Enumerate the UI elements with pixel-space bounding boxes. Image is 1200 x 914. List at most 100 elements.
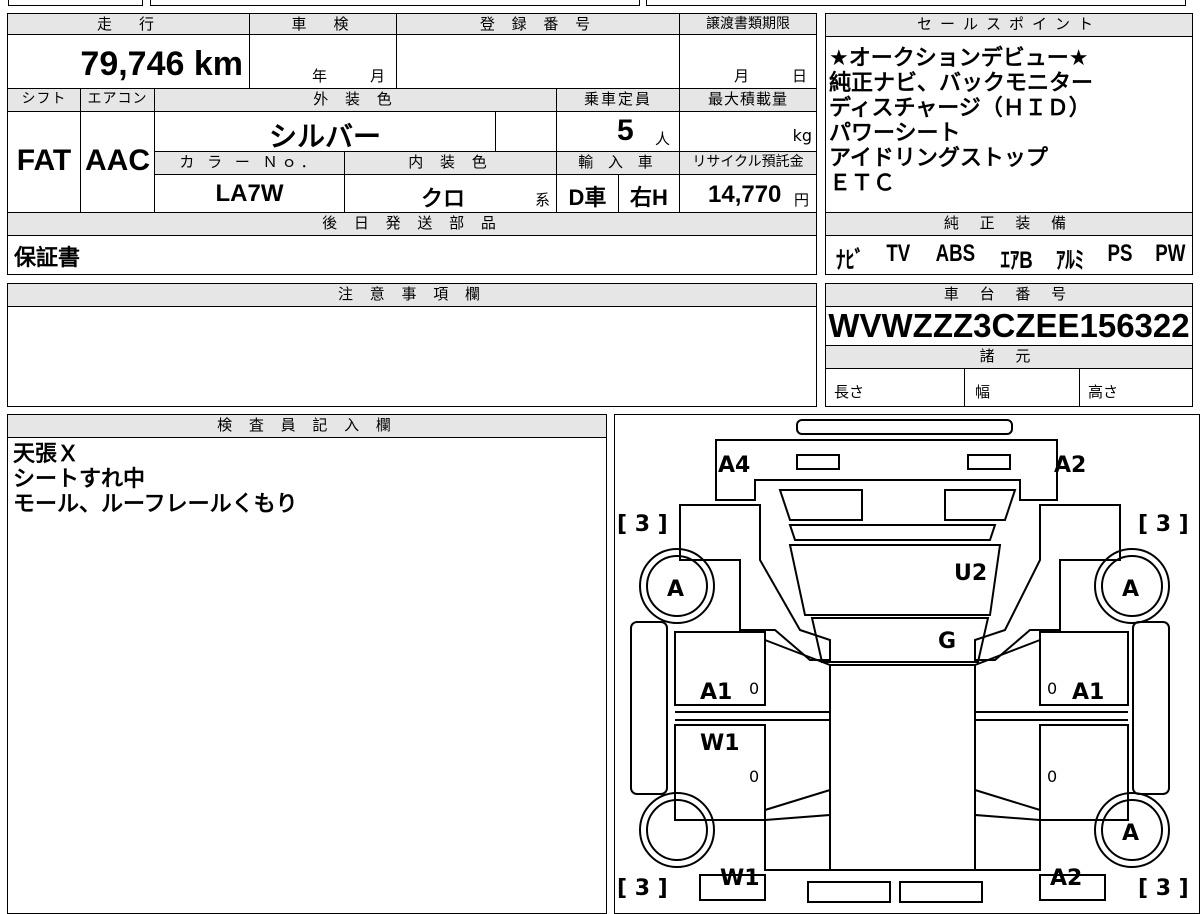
equipment-header: 純 正 装 備: [825, 212, 1193, 236]
wheel-label-tr: A: [1122, 577, 1139, 602]
damage-label-g: G: [938, 629, 956, 654]
transfer-month-unit: 月: [734, 67, 750, 85]
shift-value: FAT: [16, 144, 72, 177]
steering-value: 右H: [630, 185, 668, 210]
color-no-cell: LA7W: [154, 174, 345, 213]
later-parts-value: 保証書: [14, 246, 81, 271]
aircon-value: AAC: [85, 144, 150, 177]
equipment-item-navi: ﾅﾋﾞ: [835, 247, 865, 274]
transfer-day-unit: 日: [792, 67, 808, 85]
transfer-deadline-header: 譲渡書類期限: [679, 13, 817, 35]
exterior-color-cell: シルバー: [154, 111, 496, 152]
tire-depth-tl: [ 3 ]: [617, 512, 668, 537]
interior-color-suffix: 系: [535, 191, 551, 209]
equipment-item-tv: TV: [886, 240, 911, 267]
reg-no-header: 登 録 番 号: [396, 13, 680, 35]
mileage-value: 79,746 km: [80, 45, 243, 83]
tire-depth-tr: [ 3 ]: [1138, 512, 1189, 537]
recycle-unit: 円: [794, 191, 810, 209]
tire-depth-bl: [ 3 ]: [617, 876, 668, 901]
exterior-color-header: 外 装 色: [154, 88, 557, 112]
recycle-value: 14,770: [708, 181, 782, 208]
wheel-label-tl: A: [667, 577, 684, 602]
spec-length-cell: 長さ: [825, 368, 965, 407]
capacity-cell: 5 人: [556, 111, 680, 152]
mileage-value-cell: 79,746 km: [7, 34, 250, 89]
capacity-unit: 人: [655, 130, 671, 148]
color-no-value: LA7W: [215, 180, 284, 207]
sales-point-line: ディスチャージ（ＨＩＤ）: [829, 96, 1091, 121]
steering-cell: 右H: [618, 174, 680, 213]
car-diagram-panel: A4 A2 U2 G A1 A1 W1 W1 A2 A A A [ 3 ] [ …: [614, 414, 1200, 914]
transfer-value-cell: 月 日: [679, 34, 817, 89]
tire-depth-br: [ 3 ]: [1138, 876, 1189, 901]
mileage-header: 走 行: [7, 13, 250, 35]
inspector-note: モール、ルーフレールくもり: [13, 492, 298, 517]
damage-label-a1-right: A1: [1072, 680, 1104, 705]
sales-point-line: アイドリングストップ: [829, 146, 1048, 171]
spec-header: 諸 元: [825, 345, 1193, 369]
car-diagram: A4 A2 U2 G A1 A1 W1 W1 A2 A A A [ 3 ] [ …: [617, 419, 1189, 903]
equipment-item-pw: PW: [1155, 240, 1186, 267]
damage-label-a1-left: A1: [700, 680, 732, 705]
shaken-month-unit: 月: [370, 67, 386, 85]
spec-height-cell: 高さ: [1079, 368, 1193, 407]
max-load-header: 最大積載量: [679, 88, 817, 112]
reg-no-value-cell: [396, 34, 680, 89]
import-type-cell: D車: [556, 174, 619, 213]
equipment-list: ﾅﾋﾞ TV ABS ｴｱB ｱﾙﾐ PS PW: [832, 240, 1190, 275]
inspector-note: シートすれ中: [13, 467, 146, 492]
damage-label-w1-left: W1: [700, 731, 740, 756]
import-header: 輸 入 車: [556, 151, 680, 175]
sales-point-line: ★オークションデビュー★: [829, 46, 1089, 71]
spec-width-label: 幅: [975, 383, 991, 401]
interior-color-value: クロ: [421, 186, 466, 211]
shaken-value-cell: 年 月: [249, 34, 397, 89]
recycle-cell: 14,770 円: [679, 174, 817, 213]
pillar-mark-r1: 0: [1047, 679, 1057, 698]
damage-label-w1-bottom: W1: [720, 866, 760, 891]
max-load-unit: kg: [792, 126, 812, 145]
top-remnant-strip: [0, 0, 1200, 6]
exterior-color-value: シルバー: [268, 121, 381, 152]
damage-label-a4: A4: [718, 453, 750, 478]
equipment-item-abs: ABS: [935, 240, 975, 267]
wheel-label-br: A: [1122, 821, 1139, 846]
later-parts-header: 後 日 発 送 部 品: [7, 212, 817, 236]
chassis-number: WVWZZZ3CZEE156322: [828, 307, 1190, 344]
sales-point-line: ＥＴＣ: [829, 171, 896, 196]
damage-label-u2: U2: [954, 561, 987, 586]
chassis-header: 車 台 番 号: [825, 283, 1193, 307]
shift-value-cell: FAT: [7, 111, 81, 213]
spec-length-label: 長さ: [834, 383, 865, 401]
interior-color-header: 内 装 色: [344, 151, 557, 175]
sales-point-line: 純正ナビ、バックモニター: [829, 71, 1094, 96]
pillar-mark-l1: 0: [749, 679, 759, 698]
aircon-header: エアコン: [80, 88, 155, 112]
shaken-header: 車 検: [249, 13, 397, 35]
recycle-header: リサイクル預託金: [679, 151, 817, 175]
equipment-item-airbag: ｴｱB: [1000, 247, 1033, 274]
sales-point-lines: ★オークションデビュー★ 純正ナビ、バックモニター ディスチャージ（ＨＩＤ） パ…: [829, 46, 1093, 196]
interior-color-cell: クロ 系: [344, 174, 557, 213]
equipment-item-alloy: ｱﾙﾐ: [1056, 247, 1085, 274]
caution-header: 注 意 事 項 欄: [7, 283, 817, 307]
shift-header: シフト: [7, 88, 81, 112]
equipment-item-ps: PS: [1107, 240, 1133, 267]
damage-label-a2-top: A2: [1054, 453, 1086, 478]
capacity-value: 5: [617, 114, 634, 147]
capacity-header: 乗車定員: [556, 88, 680, 112]
spec-height-label: 高さ: [1088, 383, 1119, 401]
damage-label-a2-bottom: A2: [1050, 866, 1082, 891]
inspector-notes: 天張Ｘ シートすれ中 モール、ルーフレールくもり: [13, 442, 298, 517]
max-load-cell: kg: [679, 111, 817, 152]
inspector-note: 天張Ｘ: [13, 442, 80, 467]
aircon-value-cell: AAC: [80, 111, 155, 213]
exterior-color-extra-cell: [495, 111, 557, 152]
spec-width-cell: 幅: [964, 368, 1080, 407]
sales-point-line: パワーシート: [829, 121, 961, 146]
import-type-value: D車: [568, 185, 607, 210]
sales-point-header: セールスポイント: [825, 13, 1193, 37]
pillar-mark-r2: 0: [1047, 767, 1057, 786]
inspector-header: 検 査 員 記 入 欄: [7, 414, 607, 438]
